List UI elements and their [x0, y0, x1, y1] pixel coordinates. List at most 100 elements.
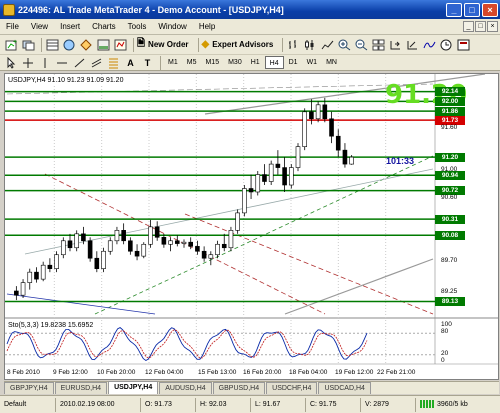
- price-level-label: 90.08: [435, 230, 465, 240]
- stochastic-axis-label: 80: [441, 328, 449, 336]
- price-chart[interactable]: [5, 74, 498, 379]
- vertical-line-icon[interactable]: [38, 55, 53, 70]
- text-tool-icon[interactable]: A: [123, 55, 138, 70]
- new-order-button[interactable]: 🗎 New Order: [137, 36, 189, 53]
- trend-line: [6, 83, 434, 95]
- fibonacci-icon[interactable]: [106, 55, 121, 70]
- zoom-in-icon[interactable]: [337, 37, 352, 52]
- x-axis-label: 10 Feb 20:00: [97, 369, 136, 376]
- menu-help[interactable]: Help: [193, 22, 221, 31]
- menu-view[interactable]: View: [25, 22, 54, 31]
- trendline-icon[interactable]: [72, 55, 87, 70]
- candle: [315, 104, 321, 120]
- candle: [262, 174, 267, 182]
- chart-tab[interactable]: USDCHF,H4: [266, 382, 318, 394]
- y-axis-label: 91.60: [441, 124, 458, 132]
- candle: [14, 290, 19, 296]
- mdi-restore-button[interactable]: □: [475, 21, 486, 32]
- minimize-button[interactable]: _: [446, 2, 462, 17]
- timeframe-list: M1 M5 M15 M30 H1 H4 D1 W1 MN: [164, 56, 342, 69]
- menu-tools[interactable]: Tools: [122, 22, 153, 31]
- timeframe-h1[interactable]: H1: [247, 56, 264, 69]
- timeframe-m15[interactable]: M15: [201, 56, 223, 69]
- menu-bar: File View Insert Charts Tools Window Hel…: [0, 19, 500, 35]
- templates-icon[interactable]: [456, 37, 471, 52]
- candle: [221, 243, 227, 249]
- candle: [27, 271, 33, 283]
- candle-countdown: 101:33: [386, 156, 415, 166]
- candle: [67, 240, 73, 249]
- candlestick-icon[interactable]: [303, 37, 318, 52]
- candle: [302, 111, 308, 147]
- market-watch-icon[interactable]: [45, 37, 60, 52]
- menu-window[interactable]: Window: [152, 22, 192, 31]
- auto-scroll-icon[interactable]: [405, 37, 420, 52]
- profiles-icon[interactable]: [21, 37, 36, 52]
- mdi-minimize-button[interactable]: _: [463, 21, 474, 32]
- chart-tab[interactable]: EURUSD,H4: [54, 382, 108, 394]
- chart-tab[interactable]: GBPUSD,H4: [212, 382, 266, 394]
- bar-chart-icon[interactable]: [286, 37, 301, 52]
- traffic-label: 3960/5 kb: [437, 400, 468, 408]
- timeframe-m30[interactable]: M30: [224, 56, 246, 69]
- y-axis-label: 90.60: [441, 193, 458, 201]
- timeframe-m1[interactable]: M1: [164, 56, 182, 69]
- candle: [74, 233, 80, 249]
- candle: [215, 243, 220, 256]
- chart-tab[interactable]: GBPJPY,H4: [4, 382, 54, 394]
- tester-icon[interactable]: [113, 37, 128, 52]
- status-high: H: 92.03: [195, 397, 250, 412]
- chart-tab[interactable]: USDJPY,H4: [108, 381, 159, 394]
- maximize-button[interactable]: □: [464, 2, 480, 17]
- line-chart-icon[interactable]: [320, 37, 335, 52]
- menu-charts[interactable]: Charts: [86, 22, 122, 31]
- y-axis-label: 89.70: [441, 256, 458, 264]
- x-axis-label: 12 Feb 04:00: [145, 369, 184, 376]
- chart-tab[interactable]: USDCAD,H4: [318, 382, 371, 394]
- tile-windows-icon[interactable]: [371, 37, 386, 52]
- candle: [342, 149, 348, 165]
- x-axis-label: 9 Feb 12:00: [53, 369, 88, 376]
- candle: [282, 167, 287, 186]
- price-level-label: 89.13: [435, 296, 465, 306]
- chart-shift-icon[interactable]: [388, 37, 403, 52]
- terminal-icon[interactable]: [96, 37, 111, 52]
- standard-toolbar: + 🗎 New Order ◆ Expert Advisors: [0, 35, 500, 55]
- label-tool-icon[interactable]: T: [140, 55, 155, 70]
- mdi-close-button[interactable]: ×: [487, 21, 498, 32]
- toolbar-separator: [41, 37, 42, 52]
- new-chart-icon[interactable]: +: [4, 37, 19, 52]
- expert-advisors-button[interactable]: ◆ Expert Advisors: [202, 39, 274, 50]
- menu-insert[interactable]: Insert: [54, 22, 86, 31]
- zoom-out-icon[interactable]: [354, 37, 369, 52]
- stochastic-axis-label: 20: [441, 349, 449, 357]
- indicators-icon[interactable]: [422, 37, 437, 52]
- close-button[interactable]: ×: [482, 2, 498, 17]
- timeframe-d1[interactable]: D1: [285, 56, 302, 69]
- timeframe-mn[interactable]: MN: [322, 56, 341, 69]
- channel-icon[interactable]: [89, 55, 104, 70]
- menu-file[interactable]: File: [0, 22, 25, 31]
- timeframe-m5[interactable]: M5: [183, 56, 201, 69]
- horizontal-line-icon[interactable]: [55, 55, 70, 70]
- cursor-icon[interactable]: [4, 55, 19, 70]
- app-icon: [3, 3, 15, 16]
- status-open: O: 91.73: [140, 397, 195, 412]
- chart-tab[interactable]: AUDUSD,H4: [159, 382, 212, 394]
- periods-icon[interactable]: [439, 37, 454, 52]
- stochastic-signal-line: [6, 329, 368, 359]
- window-title: 224496: AL Trade MetaTrader 4 - Demo Acc…: [18, 4, 284, 15]
- candle: [34, 271, 39, 280]
- new-order-label: New Order: [148, 40, 189, 49]
- data-window-icon[interactable]: [62, 37, 77, 52]
- navigator-icon[interactable]: [79, 37, 94, 52]
- candle: [235, 212, 240, 231]
- status-close: C: 91.75: [305, 397, 360, 412]
- chart-window[interactable]: USDJPY,H4 91.10 91.23 91.09 91.20 91.20 …: [4, 73, 499, 380]
- timeframe-w1[interactable]: W1: [303, 56, 322, 69]
- x-axis-label: 15 Feb 13:00: [198, 369, 237, 376]
- timeframe-h4[interactable]: H4: [264, 56, 284, 69]
- crosshair-icon[interactable]: [21, 55, 36, 70]
- price-level-label: 91.20: [435, 152, 465, 162]
- status-low: L: 91.67: [250, 397, 305, 412]
